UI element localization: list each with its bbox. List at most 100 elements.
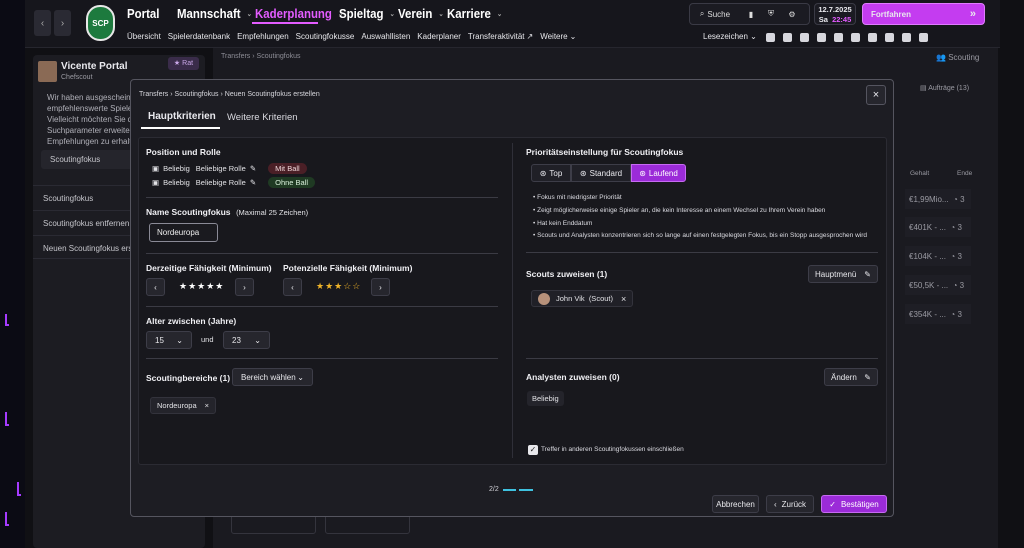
lesezeichen-dropdown[interactable]: Lesezeichen ⌄ xyxy=(703,32,757,41)
double-chevron-right-icon: » xyxy=(969,8,976,20)
chevron-left-icon: ‹ xyxy=(154,282,157,292)
subnav-weitere[interactable]: Weitere xyxy=(540,32,567,41)
col-header-gehalt[interactable]: Gehalt xyxy=(910,170,929,177)
chevron-down-icon: ⌄ xyxy=(497,10,503,18)
check-icon: ✓ xyxy=(829,499,836,509)
subnav-transferaktivitaet[interactable]: Transferaktivität xyxy=(468,32,525,41)
subnav-spielerdatenbank[interactable]: Spielerdatenbank xyxy=(168,32,230,41)
rat-badge[interactable]: ★ Rat xyxy=(168,57,199,70)
close-dialog-button[interactable]: × xyxy=(866,85,886,105)
pencil-icon: ✎ xyxy=(864,372,871,382)
list-item: • Zeigt möglicherweise einige Spieler an… xyxy=(533,206,826,214)
back-nav-button[interactable]: ‹ xyxy=(34,10,51,36)
subnav-kaderplaner[interactable]: Kaderplaner xyxy=(417,32,461,41)
menu-karriere[interactable]: Karriere ⌄ xyxy=(447,6,503,21)
chevron-down-icon: ⌄ xyxy=(438,10,444,18)
subnav-empfehlungen[interactable]: Empfehlungen xyxy=(237,32,289,41)
subnav-scoutingfokusse[interactable]: Scoutingfokusse xyxy=(296,32,355,41)
tactics-icon[interactable] xyxy=(800,33,809,42)
chevron-right-icon: › xyxy=(243,282,246,292)
potential-ability-decrease[interactable]: ‹ xyxy=(283,278,302,296)
refresh-icon[interactable] xyxy=(834,33,843,42)
staff-icon[interactable] xyxy=(817,33,826,42)
table-row[interactable]: €401K - ... ◔ 3 xyxy=(905,217,971,237)
current-ability-decrease[interactable]: ‹ xyxy=(146,278,165,296)
search-icon: ⌕ xyxy=(699,9,705,18)
menu-kaderplanung[interactable]: Kaderplanung ⌄ xyxy=(255,6,343,21)
tab-weitere-kriterien[interactable]: Weitere Kriterien xyxy=(227,112,298,123)
potential-ability-increase[interactable]: › xyxy=(371,278,390,296)
external-link-icon: ↗ xyxy=(526,32,534,41)
priority-top-option[interactable]: ⊛ Top xyxy=(531,164,571,182)
target-icon: ⊛ xyxy=(639,168,646,178)
gear-icon: ⚙ xyxy=(788,9,796,19)
clock-icon: ◔ xyxy=(953,195,958,204)
menu-mannschaft[interactable]: Mannschaft ⌄ xyxy=(177,6,252,21)
scouting-icon[interactable] xyxy=(885,33,894,42)
decor-bracket xyxy=(5,314,9,326)
scouting-link[interactable]: 👥 Scouting xyxy=(936,53,979,62)
menu-portal[interactable]: Portal xyxy=(127,6,171,21)
analysts-change-button[interactable]: Ändern ✎ xyxy=(824,368,878,386)
priority-standard-option[interactable]: ⊛ Standard xyxy=(571,164,631,182)
cancel-button[interactable]: Abbrechen xyxy=(712,495,759,513)
finance-icon[interactable] xyxy=(902,33,911,42)
inbox-icon[interactable] xyxy=(766,33,775,42)
date-display: 12.7.2025 Sa 22:45 xyxy=(814,3,856,25)
area-select-dropdown[interactable]: Bereich wählen ⌄ xyxy=(232,368,313,386)
scouts-hauptmenu-button[interactable]: Hauptmenü ✎ xyxy=(808,265,878,283)
bookmark-tool-button[interactable]: ▮ xyxy=(741,4,761,24)
scouts-section-title: Scouts zuweisen (1) xyxy=(526,269,608,279)
clock-icon: ◔ xyxy=(950,252,956,261)
settings-button[interactable]: ⚙ xyxy=(782,4,802,24)
scoutingfokus-field[interactable]: Scoutingfokus xyxy=(41,150,141,169)
people-icon: 👥 xyxy=(936,53,946,62)
forward-nav-button[interactable]: › xyxy=(54,10,71,36)
position-row[interactable]: ▣ Beliebig Beliebige Rolle ✎ Ohne Ball xyxy=(152,177,316,188)
menu-spieltag[interactable]: Spieltag ⌄ xyxy=(339,6,395,21)
shirt-icon[interactable] xyxy=(783,33,792,42)
position-row[interactable]: ▣ Beliebig Beliebige Rolle ✎ Mit Ball xyxy=(152,163,307,174)
training-icon[interactable] xyxy=(868,33,877,42)
shield-tool-button[interactable]: ⛨ xyxy=(761,4,781,24)
calendar-icon[interactable] xyxy=(919,33,928,42)
column-divider xyxy=(512,143,513,458)
col-header-ende[interactable]: Ende xyxy=(957,170,972,177)
table-row[interactable]: €104K - ... ◔ 3 xyxy=(905,246,971,266)
tab-hauptkriterien[interactable]: Hauptkriterien xyxy=(148,111,216,122)
focus-name-input[interactable]: Nordeuropa xyxy=(149,223,218,242)
divider xyxy=(146,358,498,359)
avatar xyxy=(538,292,550,305)
priority-description-list: • Fokus mit niedrigster Priorität • Zeig… xyxy=(533,192,867,243)
menu-verein[interactable]: Verein ⌄ xyxy=(398,6,444,21)
include-other-focuses-checkbox[interactable]: ✓ xyxy=(528,445,538,455)
chevron-left-icon: ‹ xyxy=(291,282,294,292)
decor-bracket xyxy=(5,512,9,526)
advice-message: Wir haben ausgeschein empfehlenswerte Spi… xyxy=(47,93,135,146)
page-indicator: 2/2 xyxy=(489,486,499,493)
clock-icon: ◔ xyxy=(952,281,958,290)
left-decor-strip xyxy=(0,0,25,548)
auftraege-tab[interactable]: ▤ Aufträge (13) xyxy=(920,84,969,92)
close-icon[interactable]: × xyxy=(621,294,626,304)
search-button[interactable]: ⌕ Suche xyxy=(692,4,738,24)
chief-scout-role: Chefscout xyxy=(61,74,93,81)
table-row[interactable]: €50,5K - ... ◔ 3 xyxy=(905,275,971,295)
table-row[interactable]: €354K - ... ◔ 3 xyxy=(905,304,971,324)
back-button[interactable]: ‹ Zurück xyxy=(766,495,814,513)
current-ability-increase[interactable]: › xyxy=(235,278,254,296)
close-icon[interactable]: × xyxy=(205,401,209,410)
age-to-dropdown[interactable]: 23 ⌄ xyxy=(223,331,270,349)
pencil-icon[interactable]: ✎ xyxy=(250,178,256,187)
name-section-title: Name Scoutingfokus (Maximal 25 Zeichen) xyxy=(146,207,309,217)
table-row[interactable]: €1,99Mio... ◔ 3 xyxy=(905,189,971,209)
pencil-icon[interactable]: ✎ xyxy=(250,164,256,173)
subnav-uebersicht[interactable]: Übersicht xyxy=(127,32,161,41)
age-from-dropdown[interactable]: 15 ⌄ xyxy=(146,331,192,349)
subnav-auswahllisten[interactable]: Auswahllisten xyxy=(361,32,410,41)
priority-laufend-option[interactable]: ⊛ Laufend xyxy=(631,164,686,182)
continue-button[interactable]: Fortfahren» xyxy=(862,3,985,25)
confirm-button[interactable]: ✓ Bestätigen xyxy=(821,495,887,513)
divider xyxy=(146,306,498,307)
trophy-icon[interactable] xyxy=(851,33,860,42)
